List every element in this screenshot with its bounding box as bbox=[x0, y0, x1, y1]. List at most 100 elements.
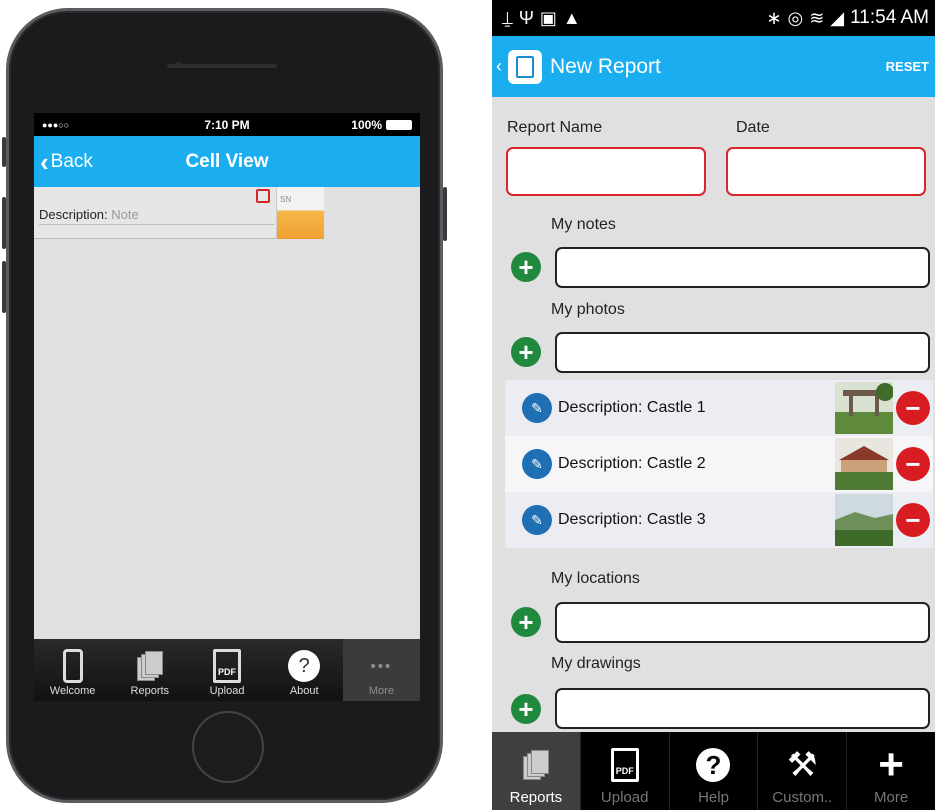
app-icon[interactable] bbox=[508, 49, 542, 84]
cell-label: Description: bbox=[39, 207, 108, 222]
tab-help[interactable]: ? Help bbox=[670, 732, 759, 810]
action-bar: ‹ New Report RESET bbox=[492, 36, 935, 97]
ios-navigation-bar: ‹ Back Cell View bbox=[34, 136, 420, 187]
reports-icon bbox=[522, 750, 549, 780]
photo-row[interactable]: ✎ Description: Castle 1 − bbox=[505, 380, 933, 436]
tab-welcome[interactable]: Welcome bbox=[34, 639, 111, 701]
back-label: Back bbox=[50, 150, 93, 172]
tab-label: More bbox=[368, 685, 394, 697]
drawings-input[interactable] bbox=[555, 688, 930, 729]
add-note-button[interactable]: + bbox=[511, 252, 541, 282]
volume-up-button bbox=[2, 197, 6, 249]
tools-icon: ⚒ bbox=[787, 746, 818, 784]
photo-row[interactable]: ✎ Description: Castle 3 − bbox=[505, 492, 933, 548]
add-location-button[interactable]: + bbox=[511, 607, 541, 637]
signal-icon: ◢ bbox=[830, 7, 845, 28]
volume-down-button bbox=[2, 261, 6, 313]
tab-label: Custom.. bbox=[772, 789, 833, 806]
image-icon: ▣ bbox=[539, 7, 563, 28]
pencil-icon[interactable]: ✎ bbox=[522, 393, 552, 423]
photo-description: Description: Castle 3 bbox=[558, 511, 706, 528]
android-screen: ⍊Ψ▣▲ ∗ ◎ ≋ ◢ 11:54 AM ‹ New Report RESET… bbox=[492, 0, 935, 810]
back-button[interactable]: ‹ Back bbox=[34, 149, 93, 175]
cell-thumbnail[interactable]: SN bbox=[276, 187, 324, 239]
photo-description: Description: Castle 1 bbox=[558, 399, 706, 416]
remove-photo-button[interactable]: − bbox=[896, 391, 930, 425]
locations-label: My locations bbox=[551, 570, 640, 587]
add-photo-button[interactable]: + bbox=[511, 337, 541, 367]
castle-photo-thumbnail[interactable] bbox=[835, 382, 893, 434]
android-tab-bar: Reports PDF Upload ? Help ⚒ Custom.. + M… bbox=[492, 732, 935, 810]
power-button bbox=[443, 187, 447, 241]
remove-photo-button[interactable]: − bbox=[896, 447, 930, 481]
add-drawing-button[interactable]: + bbox=[511, 694, 541, 724]
help-icon: ? bbox=[288, 650, 321, 682]
usb-debug-icon: Ψ bbox=[518, 7, 540, 28]
ios-tab-bar: Welcome Reports PDF Upload ? About ••• M… bbox=[34, 639, 420, 701]
home-button[interactable] bbox=[192, 711, 264, 783]
notification-icons: ⍊Ψ▣▲ bbox=[502, 8, 587, 29]
tab-upload[interactable]: PDF Upload bbox=[581, 732, 670, 810]
ios-screen: ●●●○○ 7:10 PM 100% ‹ Back Cell View Desc… bbox=[34, 113, 420, 701]
pdf-icon: PDF bbox=[610, 748, 639, 782]
report-doc-icon bbox=[516, 55, 534, 78]
locations-input[interactable] bbox=[555, 602, 930, 643]
tab-label: Reports bbox=[509, 789, 563, 806]
tab-about[interactable]: ? About bbox=[266, 639, 343, 701]
pencil-icon[interactable]: ✎ bbox=[522, 505, 552, 535]
phone-icon bbox=[62, 649, 83, 683]
pencil-icon[interactable]: ✎ bbox=[522, 449, 552, 479]
tab-upload[interactable]: PDF Upload bbox=[188, 639, 265, 701]
earpiece-speaker bbox=[167, 64, 277, 68]
date-input[interactable] bbox=[726, 147, 926, 196]
tab-label: Help bbox=[698, 789, 729, 806]
wifi-icon: ≋ bbox=[809, 7, 825, 28]
ios-clock: 7:10 PM bbox=[204, 117, 250, 132]
date-label: Date bbox=[736, 119, 770, 136]
photo-description: Description: Castle 2 bbox=[558, 455, 706, 472]
report-name-input[interactable] bbox=[506, 147, 706, 196]
ios-status-bar: ●●●○○ 7:10 PM 100% bbox=[34, 113, 420, 136]
reset-button[interactable]: RESET bbox=[886, 59, 929, 74]
reports-icon bbox=[136, 651, 163, 681]
tab-custom[interactable]: ⚒ Custom.. bbox=[758, 732, 848, 810]
photo-row[interactable]: ✎ Description: Castle 2 − bbox=[505, 436, 933, 492]
tab-label: Upload bbox=[209, 685, 245, 697]
cell-description: Description: Note bbox=[39, 207, 139, 222]
notes-input[interactable] bbox=[555, 247, 930, 288]
mute-switch bbox=[2, 137, 6, 167]
android-clock: 11:54 AM bbox=[850, 7, 929, 28]
up-chevron-icon[interactable]: ‹ bbox=[496, 56, 502, 77]
android-status-bar: ⍊Ψ▣▲ ∗ ◎ ≋ ◢ 11:54 AM bbox=[492, 0, 935, 36]
iphone-device: ●●●○○ 7:10 PM 100% ‹ Back Cell View Desc… bbox=[2, 8, 447, 803]
bluetooth-icon: ∗ bbox=[766, 7, 782, 28]
castle-photo-thumbnail[interactable] bbox=[835, 438, 893, 490]
photos-input[interactable] bbox=[555, 332, 930, 373]
tab-more[interactable]: ••• More bbox=[342, 639, 420, 701]
tab-reports[interactable]: Reports bbox=[492, 732, 581, 810]
cell-underline bbox=[39, 224, 274, 225]
photos-label: My photos bbox=[551, 301, 625, 318]
help-icon: ? bbox=[696, 748, 731, 782]
drawings-label: My drawings bbox=[551, 655, 641, 672]
tab-label: Reports bbox=[130, 685, 170, 697]
tab-label: About bbox=[289, 685, 319, 697]
screenshot-stage: ●●●○○ 7:10 PM 100% ‹ Back Cell View Desc… bbox=[0, 0, 939, 810]
tab-reports[interactable]: Reports bbox=[111, 639, 188, 701]
system-icons: ∗ ◎ ≋ ◢ 11:54 AM bbox=[766, 7, 929, 29]
description-cell[interactable]: Description: Note SN bbox=[34, 187, 324, 239]
warning-icon: ▲ bbox=[562, 7, 587, 28]
cell-note-value: Note bbox=[111, 207, 139, 222]
chevron-left-icon: ‹ bbox=[40, 146, 49, 177]
tab-more[interactable]: + More bbox=[847, 732, 935, 810]
alarm-icon: ◎ bbox=[787, 7, 804, 28]
castle-photo-thumbnail[interactable] bbox=[835, 494, 893, 546]
tab-label: More bbox=[873, 789, 909, 806]
more-dots-icon: ••• bbox=[370, 657, 393, 675]
tab-label: Welcome bbox=[49, 685, 96, 697]
edit-icon[interactable] bbox=[256, 189, 270, 203]
page-title: New Report bbox=[550, 54, 661, 78]
remove-photo-button[interactable]: − bbox=[896, 503, 930, 537]
pdf-icon: PDF bbox=[213, 649, 241, 683]
tab-label: Upload bbox=[600, 789, 649, 806]
